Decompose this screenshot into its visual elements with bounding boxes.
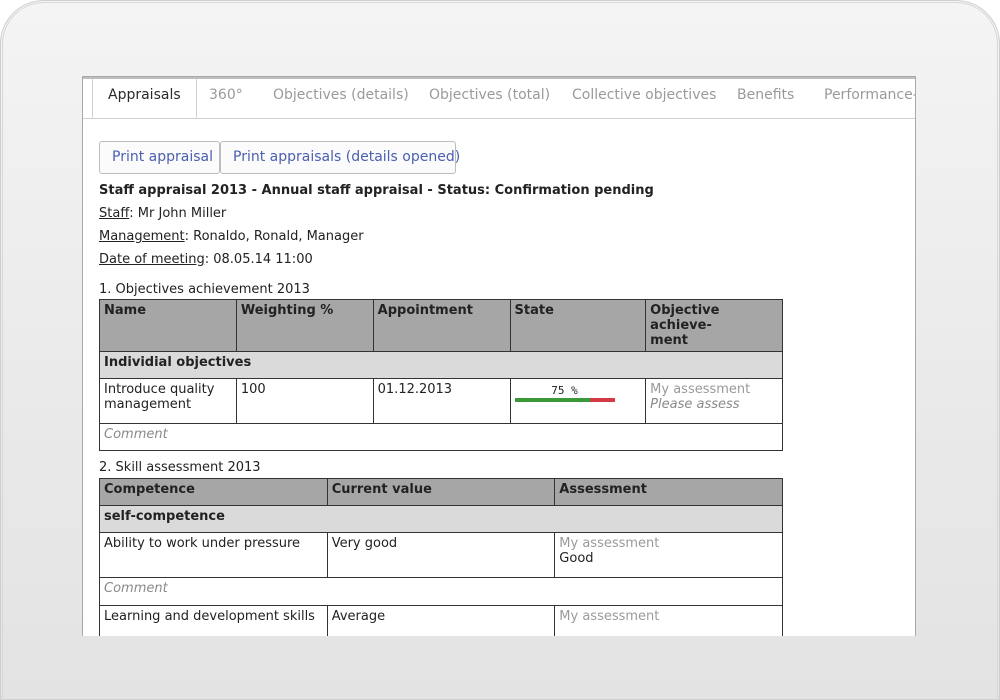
assessment-label: My assessment — [559, 536, 660, 551]
objective-assessment[interactable]: My assessment Please assess — [645, 378, 783, 424]
objectives-group-row: Individial objectives — [99, 351, 783, 379]
objectives-header-row: Name Weighting % Appointment State Objec… — [99, 299, 783, 352]
col-objective-achievement: Objective achieve- ment — [645, 299, 783, 352]
skill-competence: Learning and development skills — [99, 605, 328, 636]
objectives-table: Name Weighting % Appointment State Objec… — [99, 299, 783, 451]
app-screen: Appraisals 360° Objectives (details) Obj… — [82, 76, 916, 636]
staff-label[interactable]: Staff — [99, 206, 129, 221]
assessment-value[interactable]: Good — [559, 551, 778, 566]
management-label[interactable]: Management — [99, 229, 185, 244]
skills-header-row: Competence Current value Assessment — [99, 478, 783, 506]
objective-name: Introduce quality management — [99, 378, 237, 424]
meeting-label[interactable]: Date of meeting — [99, 252, 205, 267]
col-name: Name — [99, 299, 237, 352]
staff-line: Staff: Mr John Miller — [99, 206, 226, 221]
objective-appointment: 01.12.2013 — [372, 378, 511, 424]
col-appointment: Appointment — [372, 299, 511, 352]
tab-performance[interactable]: Performance- — [824, 87, 915, 103]
assessment-value[interactable]: Please assess — [650, 397, 778, 412]
col-weighting: Weighting % — [235, 299, 374, 352]
objectives-comment[interactable]: Comment — [99, 423, 783, 451]
skill-assessment[interactable]: My assessment Good — [554, 532, 783, 578]
table-row[interactable]: Learning and development skills Average … — [99, 605, 783, 636]
state-progress-fill — [514, 398, 590, 402]
print-appraisals-details-button[interactable]: Print appraisals (details opened) — [220, 141, 460, 174]
tab-benefits[interactable]: Benefits — [737, 87, 794, 103]
tab-bar: Appraisals 360° Objectives (details) Obj… — [83, 79, 915, 119]
skills-section-title: 2. Skill assessment 2013 — [99, 460, 261, 475]
meeting-line: Date of meeting: 08.05.14 11:00 — [99, 252, 313, 267]
tab-360[interactable]: 360° — [209, 87, 243, 103]
group-label: self-competence — [99, 505, 783, 533]
group-label: Individial objectives — [99, 351, 783, 379]
skill-assessment[interactable]: My assessment — [554, 605, 783, 636]
skill-current-value: Very good — [326, 532, 556, 578]
assessment-label: My assessment — [650, 382, 751, 397]
state-progress: 75 % — [514, 382, 642, 412]
col-competence: Competence — [99, 478, 328, 506]
staff-value: : Mr John Miller — [129, 206, 227, 221]
state-progress-bar — [514, 398, 615, 402]
objectives-section-title: 1. Objectives achievement 2013 — [99, 282, 310, 297]
tab-appraisals[interactable]: Appraisals — [92, 79, 197, 118]
skills-group-row: self-competence — [99, 505, 783, 533]
skills-table: Competence Current value Assessment self… — [99, 478, 783, 636]
state-percent-label: 75 % — [551, 384, 578, 397]
tab-objectives-total[interactable]: Objectives (total) — [429, 87, 550, 103]
objective-weighting: 100 — [235, 378, 374, 424]
comment-row[interactable]: Comment — [99, 423, 783, 451]
tab-collective-objectives[interactable]: Collective objectives — [572, 87, 716, 103]
print-appraisal-button[interactable]: Print appraisal — [99, 141, 220, 174]
col-assessment: Assessment — [554, 478, 783, 506]
skill-current-value: Average — [326, 605, 556, 636]
table-row[interactable]: Ability to work under pressure Very good… — [99, 532, 783, 578]
assessment-label: My assessment — [559, 609, 660, 624]
skill-competence: Ability to work under pressure — [99, 532, 328, 578]
comment-row[interactable]: Comment — [99, 577, 783, 606]
appraisal-title: Staff appraisal 2013 - Annual staff appr… — [99, 183, 654, 198]
skills-comment[interactable]: Comment — [99, 577, 783, 606]
table-row[interactable]: Introduce quality management 100 01.12.2… — [99, 378, 783, 424]
management-line: Management: Ronaldo, Ronald, Manager — [99, 229, 364, 244]
tab-objectives-details[interactable]: Objectives (details) — [273, 87, 409, 103]
management-value: : Ronaldo, Ronald, Manager — [184, 229, 364, 244]
col-current-value: Current value — [326, 478, 556, 506]
meeting-value: : 08.05.14 11:00 — [204, 252, 313, 267]
col-state: State — [509, 299, 647, 352]
objective-state: 75 % — [509, 378, 647, 424]
